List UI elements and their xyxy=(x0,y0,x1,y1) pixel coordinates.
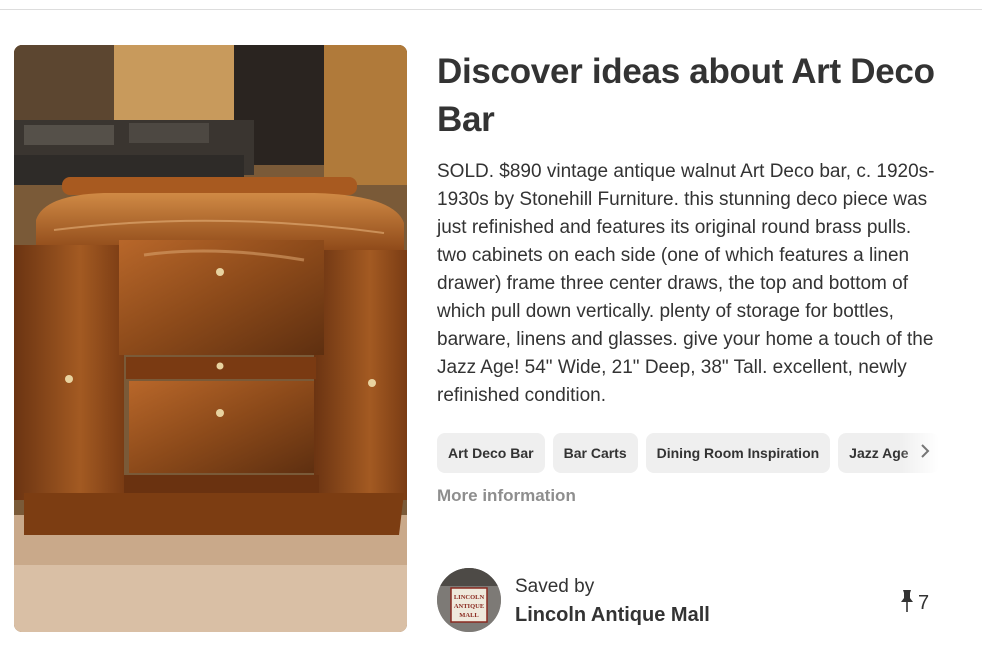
art-deco-bar-photo xyxy=(14,45,407,632)
tag-carousel: Art Deco Bar Bar Carts Dining Room Inspi… xyxy=(437,433,947,473)
avatar-text-3: MALL xyxy=(459,612,479,619)
tags-next-button[interactable] xyxy=(910,440,940,466)
chevron-right-icon xyxy=(920,443,930,463)
saved-by-section: LINCOLN ANTIQUE MALL Saved by Lincoln An… xyxy=(437,567,947,633)
more-information-link[interactable]: More information xyxy=(437,486,576,506)
header-divider xyxy=(0,9,982,10)
tag-dining-room-inspiration[interactable]: Dining Room Inspiration xyxy=(645,433,831,473)
tag-bar-carts[interactable]: Bar Carts xyxy=(552,433,638,473)
repin-count-value: 7 xyxy=(918,592,930,614)
pushpin-icon xyxy=(900,589,914,618)
avatar-text-1: LINCOLN xyxy=(454,594,485,601)
avatar-text-2: ANTIQUE xyxy=(454,603,484,610)
avatar[interactable]: LINCOLN ANTIQUE MALL xyxy=(437,568,501,632)
tag-art-deco-bar[interactable]: Art Deco Bar xyxy=(437,433,545,473)
pin-details: Discover ideas about Art Deco Bar SOLD. … xyxy=(437,48,957,410)
saver-name-link[interactable]: Lincoln Antique Mall xyxy=(515,604,710,627)
saved-by-label: Saved by xyxy=(515,576,595,597)
pin-description: SOLD. $890 vintage antique walnut Art De… xyxy=(437,161,935,406)
pin-image[interactable] xyxy=(14,45,407,632)
page-title: Discover ideas about Art Deco Bar xyxy=(437,52,935,139)
repin-count: 7 xyxy=(900,589,929,618)
